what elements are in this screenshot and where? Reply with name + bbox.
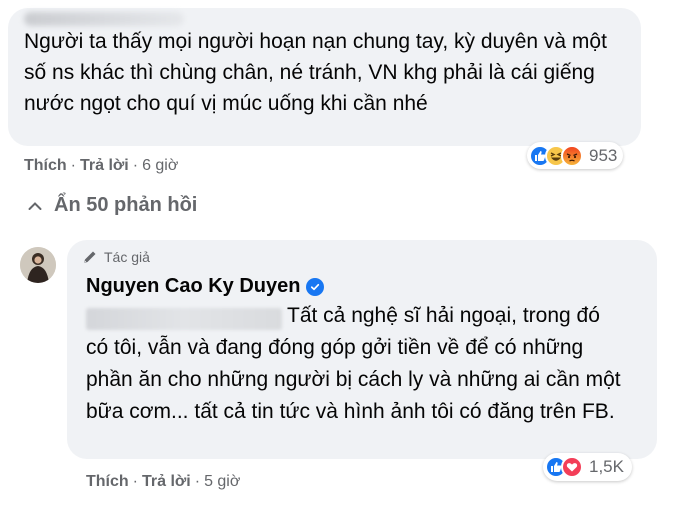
reaction-count: 1,5K: [589, 457, 624, 476]
reply-text: Tất cả nghệ sĩ hải ngoại, trong đó có tô…: [86, 304, 621, 423]
blurred-commenter-name: [24, 12, 184, 26]
reply-timestamp[interactable]: 5 giờ: [204, 473, 240, 491]
comment-timestamp[interactable]: 6 giờ: [142, 157, 178, 175]
reply-button[interactable]: Trả lời: [80, 157, 129, 175]
chevron-up-icon: [28, 201, 42, 210]
reply-actions: Thích · Trả lời · 5 giờ: [86, 473, 240, 491]
like-button[interactable]: Thích: [86, 473, 129, 491]
like-button[interactable]: Thích: [24, 157, 67, 175]
reaction-summary[interactable]: 953: [527, 142, 624, 169]
separator-dot: ·: [132, 473, 138, 490]
hide-replies-label: Ẩn 50 phản hồi: [54, 194, 198, 216]
separator-dot: ·: [132, 157, 139, 174]
separator-dot: ·: [70, 157, 76, 174]
verified-badge-icon: [306, 277, 325, 296]
author-name[interactable]: Nguyen Cao Ky Duyen: [86, 275, 325, 298]
reaction-count: 953: [589, 145, 618, 165]
reaction-summary[interactable]: 1,5K: [543, 453, 632, 481]
separator-dot: ·: [194, 473, 201, 490]
avatar[interactable]: [20, 247, 56, 283]
comment-actions: Thích · Trả lời · 6 giờ: [24, 157, 178, 175]
author-badge-label: Tác giả: [104, 249, 150, 265]
author-badge: Tác giả: [82, 249, 150, 265]
pen-icon: [84, 251, 96, 263]
author-name-text[interactable]: Nguyen Cao Ky Duyen: [86, 275, 300, 298]
love-icon: [561, 456, 583, 478]
comment-text: Người ta thấy mọi người hoạn nạn chung t…: [24, 30, 607, 115]
hide-replies-button[interactable]: Ẩn 50 phản hồi: [28, 194, 197, 217]
angry-icon: [561, 144, 583, 167]
reply-button[interactable]: Trả lời: [142, 473, 191, 491]
